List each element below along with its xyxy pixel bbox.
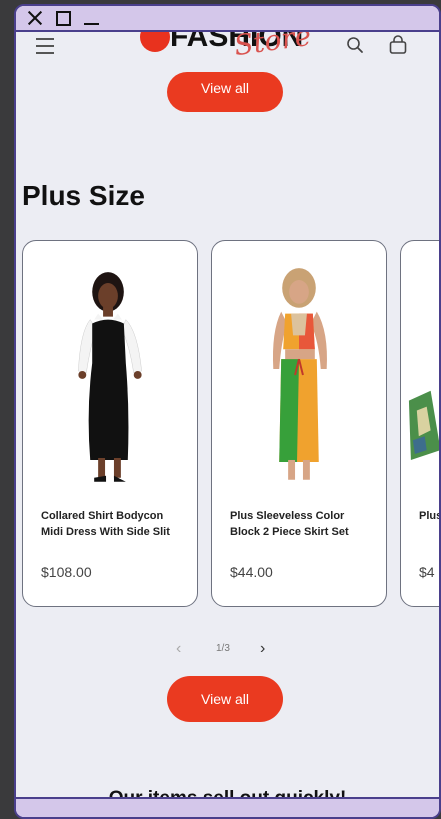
chevron-right-icon[interactable]: ›: [260, 640, 265, 658]
site-header: FASHION Store: [16, 32, 439, 68]
product-image: [272, 268, 327, 480]
menu-icon[interactable]: [36, 38, 54, 54]
browser-window: FASHION Store View all Plus Size Collare…: [14, 4, 441, 819]
product-title[interactable]: Plus Print Dress: [419, 509, 439, 525]
product-card[interactable]: Plus Sleeveless Color Block 2 Piece Skir…: [211, 240, 387, 607]
app-frame: FASHION Store View all Plus Size Collare…: [0, 0, 441, 819]
store-logo[interactable]: FASHION Store: [136, 32, 326, 62]
close-icon[interactable]: [26, 9, 44, 27]
product-image: [408, 390, 439, 460]
pager-counter: 1/3: [216, 643, 230, 654]
view-all-button[interactable]: View all: [167, 676, 283, 722]
product-card[interactable]: Collared Shirt Bodycon Midi Dress With S…: [22, 240, 198, 607]
minimize-icon[interactable]: [83, 9, 101, 27]
product-title[interactable]: Plus Sleeveless Color Block 2 Piece Skir…: [230, 509, 370, 540]
title-bar: [16, 6, 439, 32]
product-price: $108.00: [41, 564, 92, 580]
product-title[interactable]: Collared Shirt Bodycon Midi Dress With S…: [41, 509, 181, 540]
logo-mark-icon: [140, 32, 170, 52]
search-icon[interactable]: [346, 36, 364, 54]
view-all-button-top[interactable]: View all: [167, 72, 283, 112]
chevron-left-icon[interactable]: ‹: [176, 640, 181, 658]
section-title: Plus Size: [22, 180, 145, 211]
product-price: $4: [419, 564, 435, 580]
product-image: [78, 272, 142, 482]
product-card[interactable]: Plus Print Dress $4: [400, 240, 439, 607]
cart-icon[interactable]: [388, 35, 408, 55]
window-bottom-bar: [16, 797, 439, 817]
carousel-pager: ‹ 1/3 ›: [176, 640, 276, 660]
maximize-icon[interactable]: [56, 11, 71, 26]
product-price: $44.00: [230, 564, 273, 580]
product-carousel: Collared Shirt Bodycon Midi Dress With S…: [22, 240, 439, 608]
logo-script-text: Store: [232, 32, 314, 63]
store-page: FASHION Store View all Plus Size Collare…: [16, 32, 439, 801]
